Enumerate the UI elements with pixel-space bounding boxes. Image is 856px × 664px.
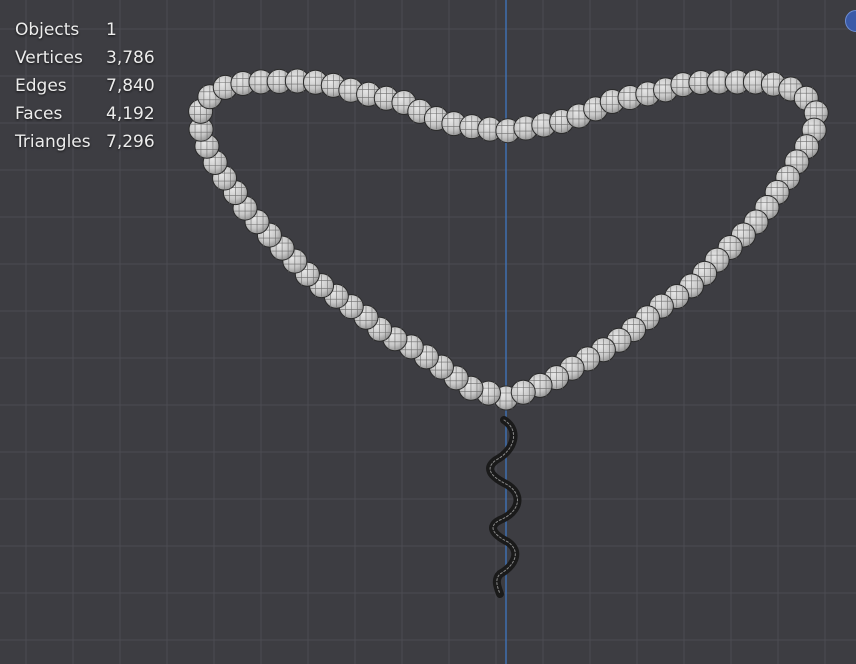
stat-triangles: Triangles 7,296 <box>15 128 155 156</box>
bead <box>510 379 536 405</box>
stat-value: 1 <box>106 20 117 40</box>
stat-value: 4,192 <box>106 104 155 124</box>
stat-vertices: Vertices 3,786 <box>15 44 155 72</box>
stat-value: 7,296 <box>106 132 155 152</box>
stat-value: 3,786 <box>106 48 155 68</box>
stat-edges: Edges 7,840 <box>15 72 155 100</box>
stat-value: 7,840 <box>106 76 155 96</box>
statistics-overlay: Objects 1 Vertices 3,786 Edges 7,840 Fac… <box>15 16 155 156</box>
stat-label: Objects <box>15 20 80 40</box>
stat-faces: Faces 4,192 <box>15 100 155 128</box>
necklace-beads <box>188 68 829 411</box>
stat-label: Faces <box>15 104 63 124</box>
stat-label: Triangles <box>15 132 91 152</box>
stat-label: Vertices <box>15 48 83 68</box>
pendant-wire <box>486 416 522 598</box>
3d-viewport[interactable]: Objects 1 Vertices 3,786 Edges 7,840 Fac… <box>0 0 856 664</box>
stat-label: Edges <box>15 76 67 96</box>
pendant-path <box>486 416 522 598</box>
stat-objects: Objects 1 <box>15 16 155 44</box>
